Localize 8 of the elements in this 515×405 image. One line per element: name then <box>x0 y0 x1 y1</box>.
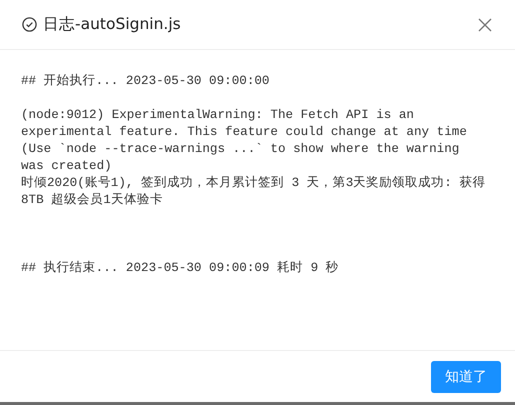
log-text: 时倾2020(账号1), 签到成功，本月累计签到 3 天，第3天奖励领取成功: 获得8TB 超级会员1天体验卡 <box>21 175 486 209</box>
dialog-title: 日志-autoSignin.js <box>43 14 181 35</box>
ok-button[interactable]: 知道了 <box>431 360 501 392</box>
log-text: (node:9012) ExperimentalWarning: The Fetch API is an experimental feature. This feature could change at any time (Use `node --trace-warnings ...` to show where the warning was created) <box>21 107 468 175</box>
log-heading: ## 执行结束... 2023-05-30 09:00:09 耗时 9 秒 <box>21 260 340 277</box>
log-heading: ## 开始执行... 2023-05-30 09:00:00 <box>21 73 270 90</box>
close-button[interactable] <box>477 16 493 32</box>
check-circle-icon <box>22 17 37 32</box>
